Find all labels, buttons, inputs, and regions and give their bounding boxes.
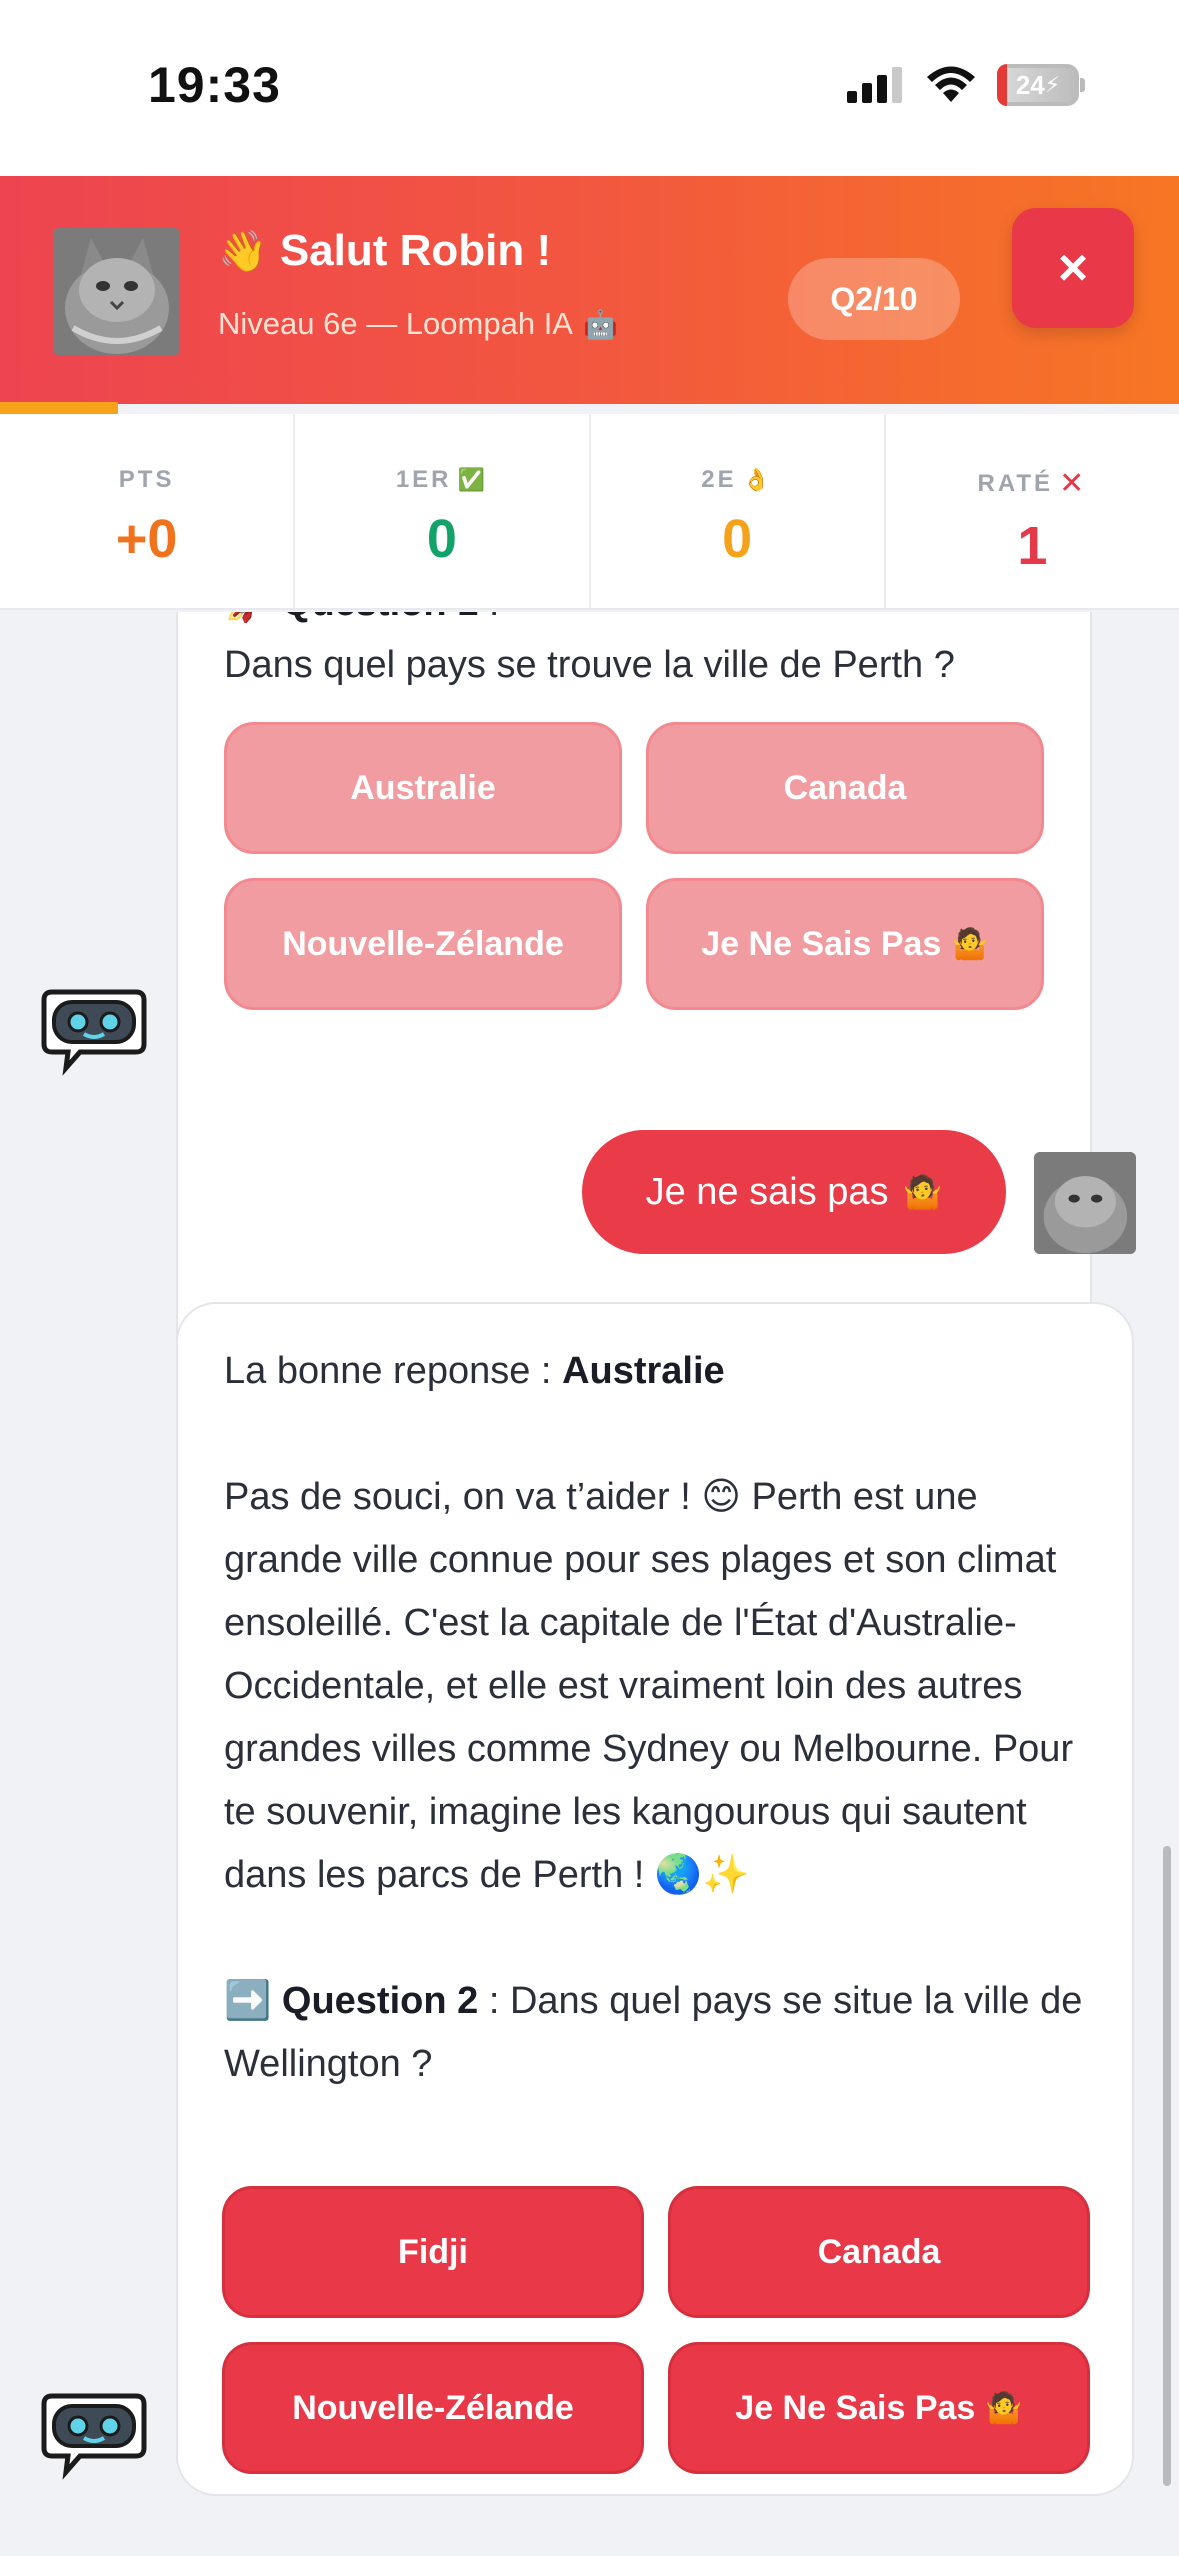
score-points: PTS +0 (0, 414, 296, 608)
user-avatar (1034, 1152, 1136, 1254)
status-time: 19:33 (148, 57, 281, 113)
score-first-try: 1ER ✅ 0 (295, 414, 591, 608)
ok-hand-icon: 👌 (742, 467, 773, 492)
check-icon: ✅ (457, 467, 488, 492)
question-counter: Q2/10 (788, 258, 960, 340)
cellular-signal-icon (847, 67, 902, 103)
correct-answer-line: La bonne reponse : Australie (224, 1350, 725, 1392)
question-1-answers: Australie Canada Nouvelle-Zélande Je Ne … (224, 722, 1044, 1010)
close-button[interactable]: × (1012, 208, 1134, 328)
quiz-progress (0, 402, 1179, 414)
shrug-icon: 🤷 (951, 927, 989, 961)
level-subtitle: Niveau 6e — Loompah IA 🤖 (218, 306, 618, 341)
quiz-progress-fill (0, 402, 118, 414)
answer-button[interactable]: Nouvelle-Zélande (222, 2342, 644, 2474)
profile-avatar[interactable] (53, 228, 180, 355)
score-board: PTS +0 1ER ✅ 0 2E 👌 0 RATÉ ✕ 1 (0, 414, 1179, 610)
answer-button[interactable]: Canada (668, 2186, 1090, 2318)
quiz-header: 👋 Salut Robin ! Niveau 6e — Loompah IA 🤖… (0, 176, 1179, 414)
chat-area[interactable]: 🚀 Question 1 : Dans quel pays se trouve … (0, 612, 1179, 2556)
answer-button[interactable]: Je Ne Sais Pas 🤷 (668, 2342, 1090, 2474)
status-icons: 24 ⚡ (847, 64, 1085, 106)
rocket-icon: 🚀 (224, 612, 271, 624)
user-message: Je ne sais pas 🤷 (582, 1130, 1006, 1254)
answer-button[interactable]: Nouvelle-Zélande (224, 878, 622, 1010)
next-question-text: ➡️ Question 2 : Dans quel pays se situe … (224, 1980, 1083, 2085)
answer-button[interactable]: Je Ne Sais Pas 🤷 (646, 878, 1044, 1010)
shrug-icon: 🤷 (902, 1174, 943, 1210)
bot-message-feedback: La bonne reponse : Australie Pas de souc… (176, 1302, 1134, 2496)
score-second-try: 2E 👌 0 (591, 414, 886, 608)
answer-button[interactable]: Fidji (222, 2186, 644, 2318)
scrollbar[interactable] (1163, 1846, 1171, 2486)
wifi-icon (927, 66, 975, 102)
answer-button[interactable]: Australie (224, 722, 622, 854)
question-2-answers: Fidji Canada Nouvelle-Zélande Je Ne Sais… (222, 2186, 1090, 2474)
status-bar: 19:33 24 ⚡ (0, 0, 1179, 176)
question-1-text: Dans quel pays se trouve la ville de Per… (224, 644, 955, 686)
cross-icon: ✕ (1059, 467, 1088, 500)
waving-hand-icon: 👋 (218, 229, 268, 274)
explanation-text: Pas de souci, on va t’aider ! 😊 Perth es… (224, 1476, 1074, 1896)
battery-icon: 24 ⚡ (997, 64, 1085, 106)
robot-icon: 🤖 (583, 308, 618, 340)
greeting-title: 👋 Salut Robin ! (218, 226, 552, 275)
arrow-right-icon: ➡️ (224, 1980, 272, 2022)
shrug-icon: 🤷 (985, 2391, 1023, 2425)
bot-avatar-icon (41, 2393, 147, 2480)
answer-button[interactable]: Canada (646, 722, 1044, 854)
bot-avatar-icon (41, 989, 147, 1076)
score-missed: RATÉ ✕ 1 (977, 467, 1088, 576)
